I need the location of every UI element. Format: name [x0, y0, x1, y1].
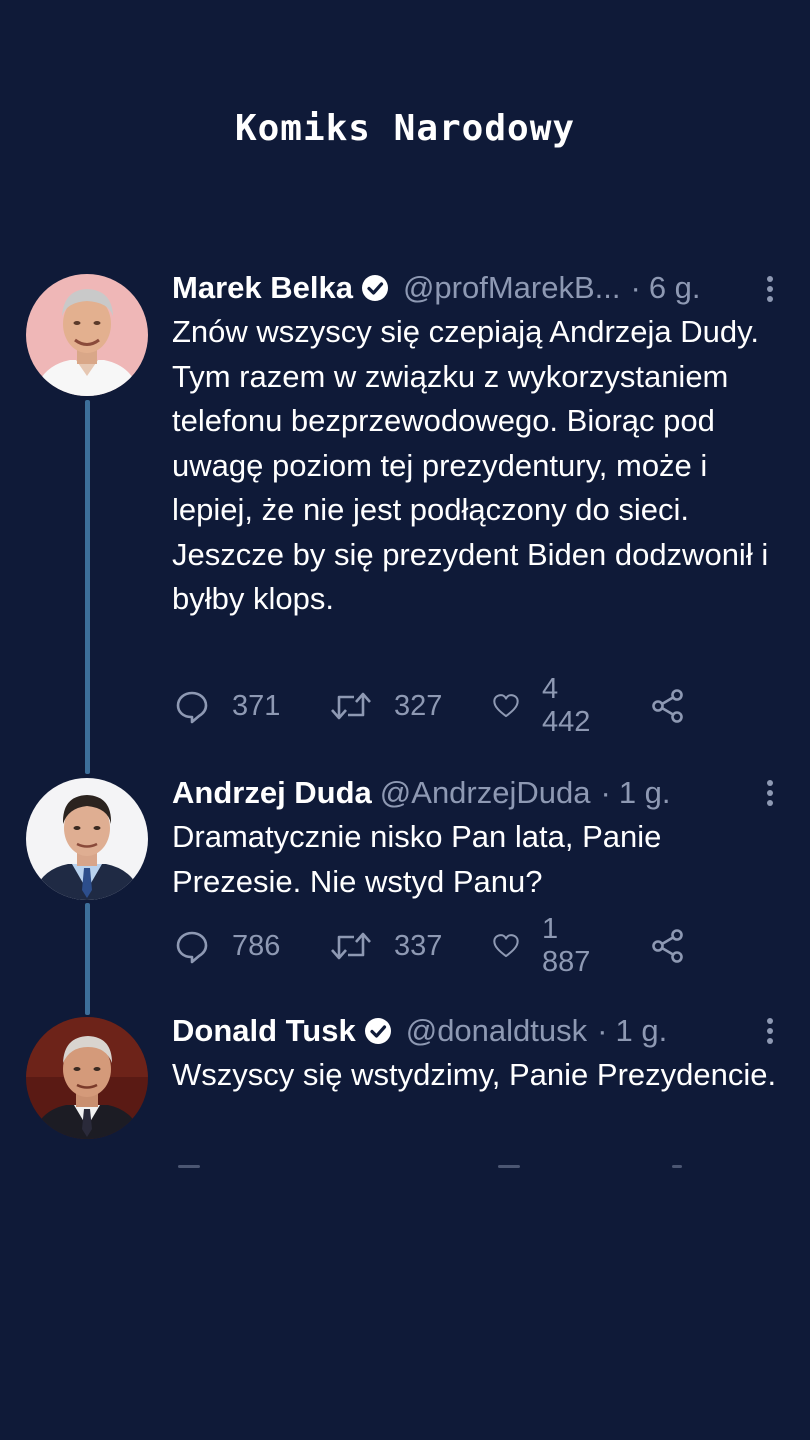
share-button[interactable]	[650, 686, 708, 726]
heart-icon	[493, 694, 519, 718]
heart-icon	[493, 934, 519, 958]
avatar-image	[26, 274, 148, 396]
author-handle[interactable]: @donaldtusk	[406, 1013, 587, 1049]
verified-badge-icon	[361, 274, 389, 302]
more-vertical-icon[interactable]	[766, 1018, 774, 1048]
verified-badge-icon	[364, 1017, 392, 1045]
avatar[interactable]	[26, 778, 148, 900]
separator-dot: ·	[597, 1013, 608, 1048]
avatar-image	[26, 778, 148, 900]
retweet-button[interactable]: 337	[330, 926, 442, 966]
author-handle[interactable]: @profMarekB...	[403, 270, 621, 306]
share-icon	[652, 929, 683, 963]
more-vertical-icon[interactable]	[766, 780, 774, 810]
timestamp[interactable]: 6 g.	[649, 270, 701, 306]
timestamp[interactable]: 1 g.	[619, 775, 671, 811]
separator-dot: ·	[600, 775, 611, 810]
like-count: 4 442	[541, 673, 591, 738]
retweet-button[interactable]: 327	[330, 686, 442, 726]
retweet-count: 327	[394, 689, 443, 722]
retweet-count: 337	[394, 929, 443, 962]
tweet-text: Znów wszyscy się czepiają Andrzeja Dudy.…	[172, 314, 769, 616]
separator-dot: ·	[630, 270, 641, 305]
author-name[interactable]: Marek Belka	[172, 270, 353, 306]
reply-button[interactable]: 371	[174, 686, 280, 726]
tweet-text: Dramatycznie nisko Pan lata, Panie Preze…	[172, 819, 662, 899]
thread-line	[85, 903, 90, 1015]
author-name[interactable]: Andrzej Duda	[172, 775, 372, 811]
tweet-header: Marek Belka @profMarekB... · 6 g.	[172, 268, 786, 308]
share-button[interactable]	[650, 926, 708, 966]
more-vertical-icon[interactable]	[766, 276, 774, 306]
tweet-header: Donald Tusk @donaldtusk · 1 g.	[172, 1011, 786, 1051]
reply-icon	[176, 931, 208, 964]
tweet-header: Andrzej Duda @AndrzejDuda · 1 g.	[172, 773, 786, 813]
avatar-image	[26, 1017, 148, 1139]
retweet-icon	[331, 932, 371, 960]
like-button[interactable]: 4 442	[492, 673, 598, 738]
reply-count: 786	[232, 929, 281, 962]
share-icon	[652, 689, 683, 723]
author-name[interactable]: Donald Tusk	[172, 1013, 356, 1049]
reply-button[interactable]: 786	[174, 926, 280, 966]
reply-icon	[176, 691, 208, 724]
timestamp[interactable]: 1 g.	[615, 1013, 667, 1049]
avatar[interactable]	[26, 274, 148, 396]
cropped-action-row	[172, 1160, 702, 1172]
reply-count: 371	[232, 689, 281, 722]
tweet-text: Wszyscy się wstydzimy, Panie Prezydencie…	[172, 1057, 777, 1092]
thread-line	[85, 400, 90, 774]
retweet-icon	[331, 692, 371, 720]
avatar[interactable]	[26, 1017, 148, 1139]
like-button[interactable]: 1 887	[492, 913, 598, 978]
like-count: 1 887	[541, 913, 591, 978]
author-handle[interactable]: @AndrzejDuda	[380, 775, 591, 811]
page-title: Komiks Narodowy	[234, 108, 576, 149]
